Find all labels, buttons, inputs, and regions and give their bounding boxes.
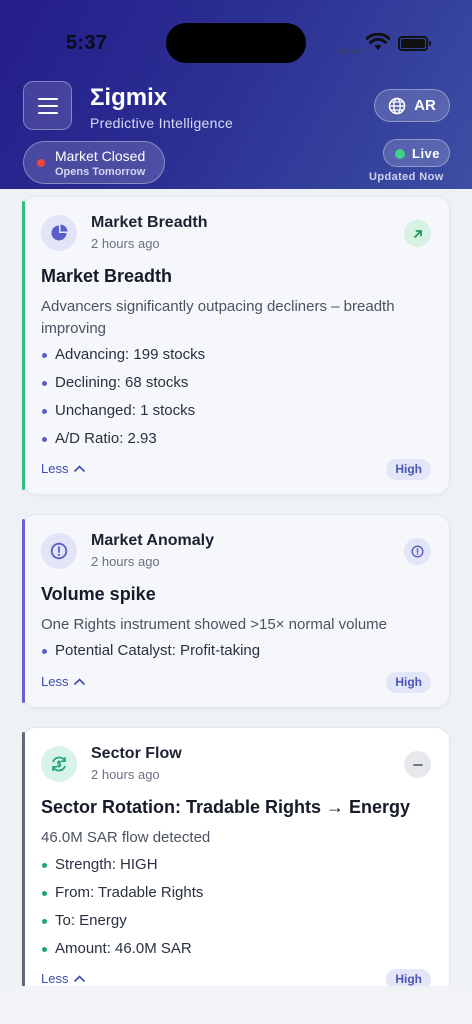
card-description: Advancers significantly outpacing declin…: [41, 298, 395, 337]
card-accent-bar: [22, 732, 25, 986]
battery-icon: [398, 36, 431, 51]
live-dot: [395, 149, 405, 159]
pie-chart-icon: [41, 215, 77, 251]
dynamic-island: [166, 23, 306, 63]
card-accent-bar: [22, 201, 25, 490]
list-item: To: Energy: [41, 910, 203, 938]
brand-title: Σigmix: [90, 84, 168, 111]
card-details-list: Strength: HIGH From: Tradable Rights To:…: [41, 854, 203, 966]
updated-label: Updated Now: [369, 171, 444, 183]
list-item: Potential Catalyst: Profit-taking: [41, 640, 260, 668]
list-item: Advancing: 199 stocks: [41, 344, 205, 372]
card-details-list: Potential Catalyst: Profit-taking: [41, 640, 260, 668]
arrow-up-right-icon[interactable]: [404, 220, 431, 247]
live-label: Live: [412, 146, 441, 161]
card-timestamp: 2 hours ago: [91, 554, 160, 569]
chevron-up-icon: [74, 975, 86, 982]
chevron-up-icon: [74, 465, 86, 472]
priority-badge: High: [386, 672, 431, 693]
bottom-safe-area: [0, 986, 472, 1024]
card-description: 46.0M SAR flow detected: [41, 829, 211, 846]
globe-icon: [388, 97, 406, 114]
language-label: AR: [414, 97, 436, 114]
chevron-up-icon: [74, 678, 86, 685]
list-item: From: Tradable Rights: [41, 882, 203, 910]
card-accent-bar: [22, 519, 25, 703]
market-status-text: Market Closed: [55, 148, 146, 164]
card-timestamp: 2 hours ago: [91, 236, 160, 251]
card-details-list: Advancing: 199 stocks Declining: 68 stoc…: [41, 344, 205, 456]
list-item: Amount: 46.0M SAR: [41, 938, 203, 966]
app-header: 5:37 ●●●● Σigmix Predictive Intelligence…: [0, 0, 472, 189]
status-time: 5:37: [66, 32, 108, 54]
menu-button[interactable]: [23, 81, 72, 130]
insights-feed[interactable]: Market Breadth 2 hours ago Market Breadt…: [0, 189, 472, 986]
less-toggle-button[interactable]: Less: [41, 674, 86, 689]
insight-card-sector-flow[interactable]: Sector Flow 2 hours ago Sector Rotation:…: [22, 727, 450, 986]
market-closed-dot: [37, 159, 45, 167]
language-button[interactable]: AR: [374, 89, 450, 122]
info-circle-icon[interactable]: [404, 538, 431, 565]
priority-badge: High: [386, 459, 431, 480]
card-category: Market Anomaly: [91, 532, 214, 549]
card-headline: Market Breadth: [41, 266, 173, 286]
priority-badge: High: [386, 969, 431, 986]
brand-subtitle: Predictive Intelligence: [90, 115, 234, 131]
card-category: Sector Flow: [91, 745, 182, 762]
card-description: One Rights instrument showed >15× normal…: [41, 616, 388, 633]
list-item: Unchanged: 1 stocks: [41, 400, 205, 428]
card-category: Market Breadth: [91, 214, 208, 231]
hamburger-icon: [37, 97, 58, 100]
market-substatus-text: Opens Tomorrow: [55, 166, 146, 178]
status-bar: 5:37 ●●●●: [0, 0, 472, 63]
cellular-signal-icon: ●●●●: [336, 46, 365, 57]
alert-circle-icon: [41, 533, 77, 569]
wifi-icon: [366, 33, 390, 50]
less-toggle-button[interactable]: Less: [41, 461, 86, 476]
card-headline: Sector Rotation: Tradable Rights → Energ…: [41, 797, 411, 817]
insight-card-market-breadth[interactable]: Market Breadth 2 hours ago Market Breadt…: [22, 196, 450, 495]
insight-card-market-anomaly[interactable]: Market Anomaly 2 hours ago Volume spike …: [22, 514, 450, 708]
card-headline: Volume spike: [41, 584, 156, 604]
less-toggle-button[interactable]: Less: [41, 971, 86, 986]
live-indicator: Live: [383, 139, 450, 167]
market-status-pill: Market Closed Opens Tomorrow: [23, 141, 165, 184]
card-timestamp: 2 hours ago: [91, 767, 160, 782]
list-item: A/D Ratio: 2.93: [41, 428, 205, 456]
rotate-dollar-icon: [41, 746, 77, 782]
list-item: Strength: HIGH: [41, 854, 203, 882]
minus-icon[interactable]: [404, 751, 431, 778]
list-item: Declining: 68 stocks: [41, 372, 205, 400]
